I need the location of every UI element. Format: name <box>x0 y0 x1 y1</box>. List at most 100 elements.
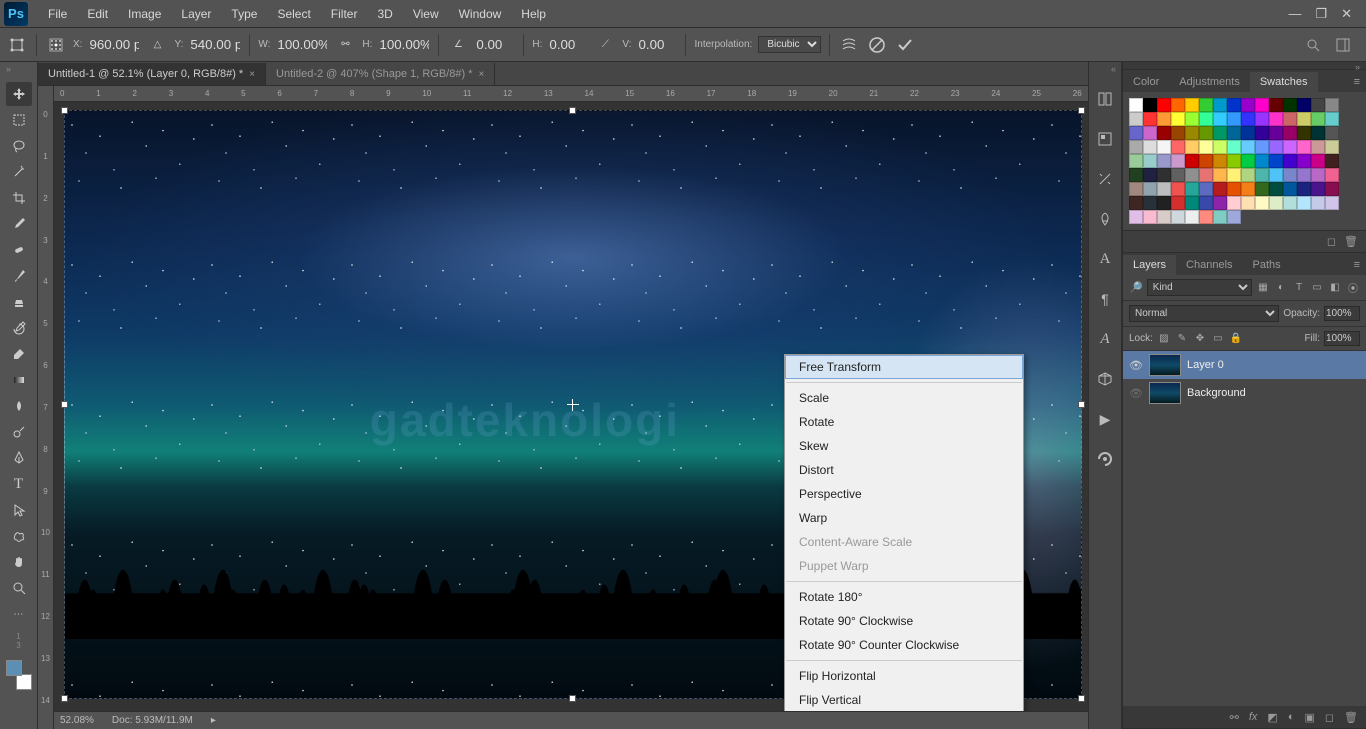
swatch[interactable] <box>1283 140 1297 154</box>
menu-layer[interactable]: Layer <box>171 1 221 27</box>
panel-menu-icon[interactable]: ≡ <box>1348 255 1366 275</box>
layer-thumbnail[interactable] <box>1149 382 1181 404</box>
swatch[interactable] <box>1297 98 1311 112</box>
swatch[interactable] <box>1255 154 1269 168</box>
eraser-tool[interactable] <box>6 342 32 366</box>
close-tab-icon[interactable]: × <box>478 69 484 80</box>
x-input[interactable] <box>88 36 140 53</box>
swatch[interactable] <box>1199 126 1213 140</box>
swatch[interactable] <box>1311 126 1325 140</box>
canvas[interactable]: gadteknologi Free Transform <box>54 102 1088 711</box>
swatch[interactable] <box>1325 98 1339 112</box>
transform-handle-se[interactable] <box>1078 695 1085 702</box>
swatch[interactable] <box>1199 210 1213 224</box>
swatch[interactable] <box>1325 182 1339 196</box>
filter-smart-icon[interactable]: ◧ <box>1328 281 1342 295</box>
tab-untitled-1[interactable]: Untitled-1 @ 52.1% (Layer 0, RGB/8#) *× <box>38 63 266 85</box>
interpolation-select[interactable]: Bicubic <box>758 36 821 53</box>
new-layer-icon[interactable]: ◻ <box>1325 711 1334 724</box>
delete-swatch-icon[interactable]: 🗑 <box>1344 235 1358 248</box>
path-selection-tool[interactable] <box>6 498 32 522</box>
paragraph-panel-icon[interactable]: ¶ <box>1094 288 1116 310</box>
filter-type-icon[interactable]: T <box>1292 281 1306 295</box>
swatch[interactable] <box>1157 168 1171 182</box>
swatch[interactable] <box>1227 210 1241 224</box>
swatch[interactable] <box>1241 168 1255 182</box>
type-tool[interactable]: T <box>6 472 32 496</box>
swatch[interactable] <box>1129 140 1143 154</box>
brush-settings-panel-icon[interactable] <box>1094 208 1116 230</box>
clone-stamp-tool[interactable] <box>6 290 32 314</box>
swatch[interactable] <box>1255 182 1269 196</box>
window-close-icon[interactable]: ✕ <box>1341 6 1352 22</box>
reference-point-icon[interactable] <box>45 34 67 56</box>
swatch[interactable] <box>1311 112 1325 126</box>
adjustment-layer-icon[interactable]: ◐ <box>1288 711 1295 723</box>
swatch[interactable] <box>1227 98 1241 112</box>
layer-row-layer0[interactable]: 👁 Layer 0 <box>1123 351 1366 379</box>
filter-toggle-icon[interactable]: ⦿ <box>1346 281 1360 295</box>
swatch[interactable] <box>1283 196 1297 210</box>
swatch[interactable] <box>1241 154 1255 168</box>
link-layers-icon[interactable]: ⚯ <box>1230 711 1239 724</box>
angle-input[interactable] <box>475 36 515 53</box>
ctx-rotate-90-ccw[interactable]: Rotate 90° Counter Clockwise <box>785 633 1023 657</box>
swatch[interactable] <box>1171 126 1185 140</box>
lasso-tool[interactable] <box>6 134 32 158</box>
layer-thumbnail[interactable] <box>1149 354 1181 376</box>
swatch[interactable] <box>1213 98 1227 112</box>
menu-help[interactable]: Help <box>511 1 556 27</box>
swatch[interactable] <box>1213 210 1227 224</box>
swatch[interactable] <box>1213 182 1227 196</box>
swatch[interactable] <box>1171 210 1185 224</box>
ctx-distort[interactable]: Distort <box>785 458 1023 482</box>
swatch[interactable] <box>1143 98 1157 112</box>
swatch[interactable] <box>1227 112 1241 126</box>
swatch[interactable] <box>1297 168 1311 182</box>
doc-info[interactable]: Doc: 5.93M/11.9M <box>112 715 193 726</box>
gradient-tool[interactable] <box>6 368 32 392</box>
swatch[interactable] <box>1283 126 1297 140</box>
swatch[interactable] <box>1143 112 1157 126</box>
swatch[interactable] <box>1325 112 1339 126</box>
shape-tool[interactable] <box>6 524 32 548</box>
swatch[interactable] <box>1143 126 1157 140</box>
layer-effects-icon[interactable]: fx <box>1249 711 1258 723</box>
swatch[interactable] <box>1269 126 1283 140</box>
tab-paths[interactable]: Paths <box>1243 255 1291 275</box>
swatch[interactable] <box>1129 112 1143 126</box>
swatch[interactable] <box>1171 182 1185 196</box>
swatch[interactable] <box>1269 196 1283 210</box>
swatch[interactable] <box>1185 126 1199 140</box>
swatch[interactable] <box>1143 210 1157 224</box>
history-brush-tool[interactable] <box>6 316 32 340</box>
swatch[interactable] <box>1227 126 1241 140</box>
collapse-icon[interactable]: » <box>6 64 11 74</box>
filter-adjust-icon[interactable]: ◐ <box>1274 281 1288 295</box>
y-input[interactable] <box>189 36 241 53</box>
swatch[interactable] <box>1213 112 1227 126</box>
timeline-panel-icon[interactable]: ▶ <box>1094 408 1116 430</box>
menu-type[interactable]: Type <box>221 1 267 27</box>
link-icon[interactable]: ⚯ <box>334 34 356 56</box>
layer-filter-kind[interactable]: Kind <box>1147 279 1252 296</box>
swatch[interactable] <box>1171 98 1185 112</box>
swatch[interactable] <box>1143 154 1157 168</box>
swatch[interactable] <box>1213 126 1227 140</box>
new-swatch-icon[interactable]: ◻ <box>1327 235 1336 248</box>
swatch[interactable] <box>1143 182 1157 196</box>
swatch[interactable] <box>1269 182 1283 196</box>
transform-center-icon[interactable] <box>567 399 579 411</box>
swatches-grid[interactable] <box>1129 98 1347 224</box>
swatch[interactable] <box>1143 168 1157 182</box>
swatch[interactable] <box>1199 196 1213 210</box>
swatch[interactable] <box>1241 98 1255 112</box>
swatch[interactable] <box>1297 112 1311 126</box>
swatch[interactable] <box>1269 140 1283 154</box>
pen-tool[interactable] <box>6 446 32 470</box>
libraries-panel-icon[interactable] <box>1094 448 1116 470</box>
ctx-rotate-180[interactable]: Rotate 180° <box>785 585 1023 609</box>
swatch[interactable] <box>1311 196 1325 210</box>
layer-name[interactable]: Background <box>1187 387 1246 399</box>
layer-mask-icon[interactable]: ◩ <box>1267 711 1277 724</box>
